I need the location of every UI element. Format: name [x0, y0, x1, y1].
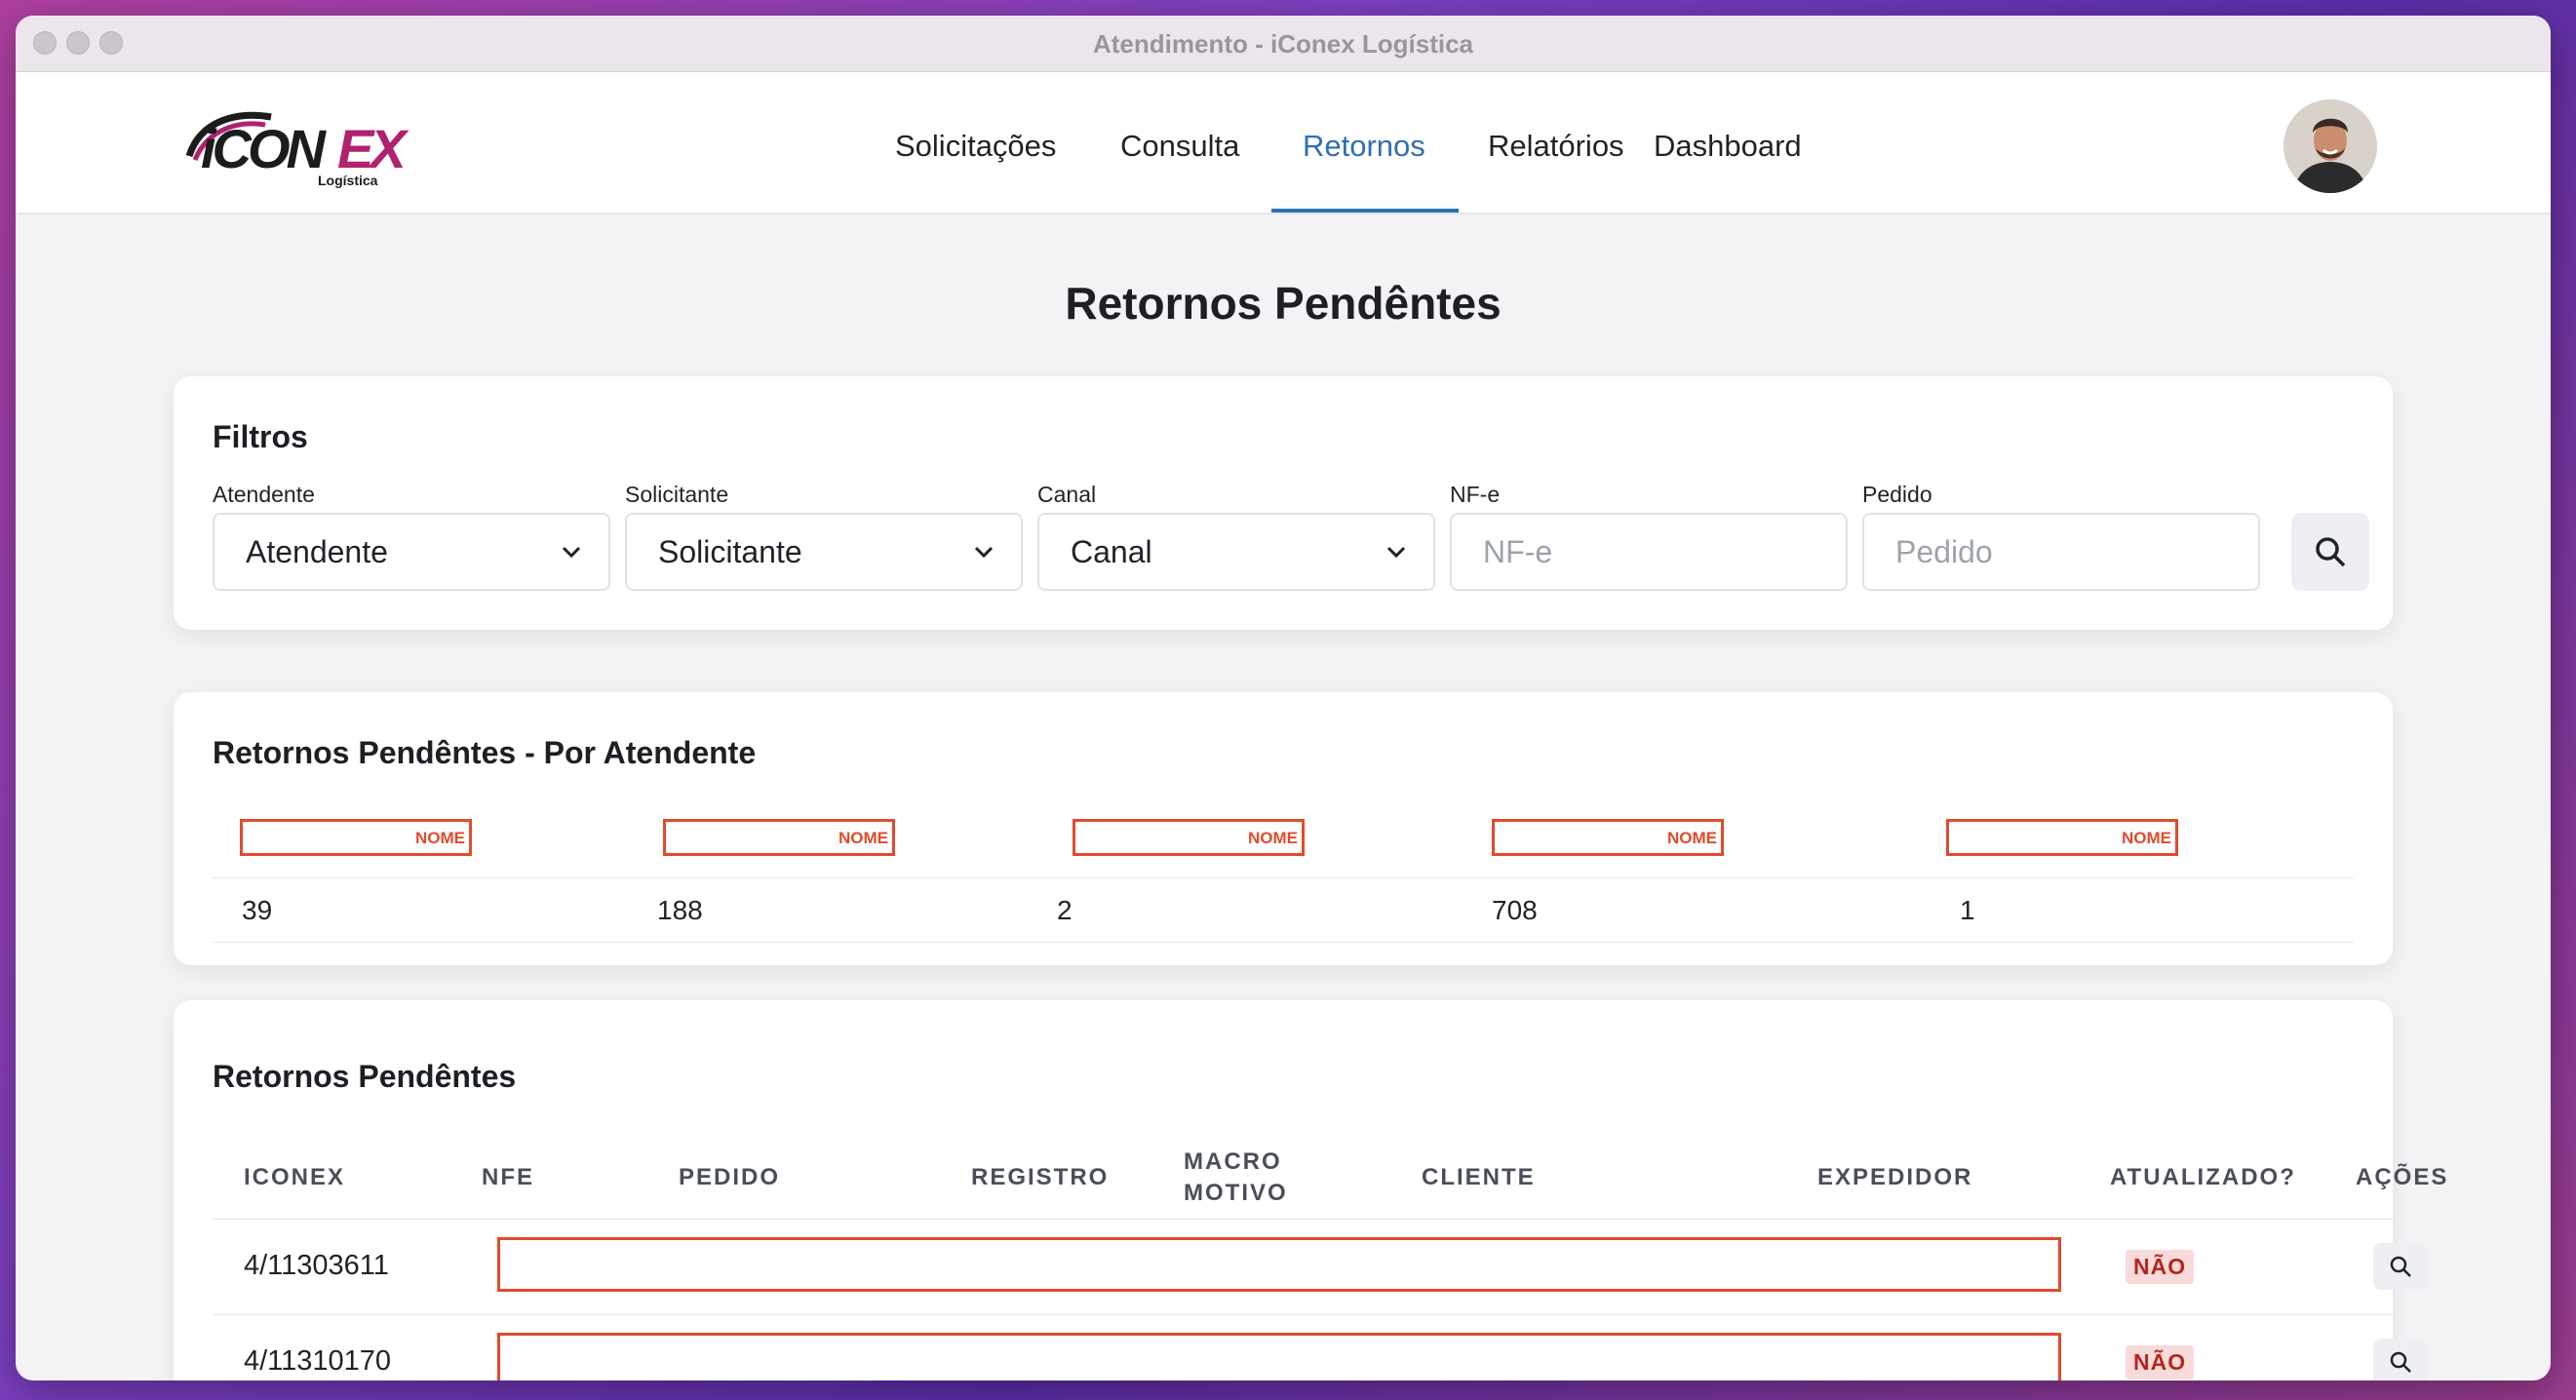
- window-titlebar: Atendimento - iConex Logística: [16, 16, 2551, 72]
- status-badge: NÃO: [2126, 1250, 2195, 1284]
- returns-table-card: Retornos Pendêntes ICONEX NFE PEDIDO REG…: [174, 1000, 2446, 1381]
- redacted-name: NOME: [663, 819, 895, 856]
- col-header-pedido[interactable]: PEDIDO: [679, 1162, 780, 1193]
- redacted-name: NOME: [1073, 819, 1305, 856]
- summary-count: 188: [657, 895, 703, 925]
- col-header-expedidor[interactable]: EXPEDIDOR: [1817, 1162, 1972, 1193]
- atendente-select[interactable]: Atendente: [213, 513, 610, 591]
- table-header-divider: [213, 1219, 2393, 1220]
- atendente-label: Atendente: [213, 482, 315, 507]
- nav-consulta[interactable]: Consulta: [1120, 129, 1239, 164]
- search-button[interactable]: [2291, 513, 2369, 591]
- summary-divider: [213, 942, 2354, 943]
- summary-card: Retornos Pendêntes - Por Atendente NOME …: [174, 692, 2393, 965]
- table-row-divider: [213, 1314, 2393, 1315]
- redacted-row-data: [497, 1333, 2061, 1381]
- col-header-motivo-line: MOTIVO: [1184, 1180, 1288, 1206]
- nav-relatorios[interactable]: Relatórios: [1488, 129, 1624, 164]
- redacted-name-label: NOME: [1248, 829, 1298, 847]
- search-icon: [2316, 537, 2346, 567]
- search-icon: [2390, 1256, 2411, 1277]
- col-header-macro-line: MACRO: [1184, 1148, 1282, 1175]
- canal-select[interactable]: Canal: [1037, 513, 1435, 591]
- summary-count: 39: [242, 895, 273, 925]
- user-avatar[interactable]: [2283, 99, 2377, 193]
- summary-divider: [213, 877, 2354, 878]
- view-details-button[interactable]: [2373, 1243, 2428, 1290]
- iconex-logo[interactable]: iCON EX Logística: [181, 101, 415, 189]
- summary-title: Retornos Pendêntes - Por Atendente: [213, 735, 757, 770]
- app-window: Atendimento - iConex Logística iCON EX L…: [16, 16, 2551, 1381]
- row-iconex-id: 4/11303611: [244, 1250, 389, 1281]
- redacted-name: NOME: [1492, 819, 1724, 856]
- view-details-button[interactable]: [2373, 1339, 2428, 1381]
- row-iconex-id: 4/11310170: [244, 1345, 392, 1377]
- redacted-name-label: NOME: [1667, 829, 1717, 847]
- redacted-name-label: NOME: [415, 829, 465, 847]
- solicitante-label: Solicitante: [625, 482, 729, 507]
- col-header-iconex[interactable]: ICONEX: [244, 1162, 345, 1193]
- chevron-down-icon: [974, 546, 994, 559]
- svg-text:iCON: iCON: [201, 118, 328, 179]
- solicitante-select-value: Solicitante: [658, 534, 802, 569]
- canal-select-value: Canal: [1071, 534, 1152, 569]
- redacted-name-label: NOME: [2122, 829, 2171, 847]
- pedido-label: Pedido: [1862, 482, 1932, 507]
- col-header-atualizado[interactable]: ATUALIZADO?: [2110, 1162, 2296, 1193]
- chevron-down-icon: [1386, 546, 1406, 559]
- solicitante-select[interactable]: Solicitante: [625, 513, 1023, 591]
- pedido-input[interactable]: Pedido: [1862, 513, 2260, 591]
- status-badge: NÃO: [2126, 1345, 2195, 1380]
- chevron-down-icon: [562, 546, 581, 559]
- redacted-name-label: NOME: [839, 829, 888, 847]
- col-header-macro-motivo[interactable]: MACRO MOTIVO: [1184, 1147, 1288, 1209]
- page-title: Retornos Pendêntes: [1065, 278, 1502, 329]
- svg-text:EX: EX: [337, 118, 410, 179]
- col-header-cliente[interactable]: CLIENTE: [1422, 1162, 1536, 1193]
- window-title: Atendimento - iConex Logística: [1092, 29, 1474, 58]
- nav-active-indicator: [1271, 209, 1459, 213]
- redacted-row-data: [497, 1237, 2061, 1292]
- redacted-name: NOME: [1946, 819, 2178, 856]
- col-header-acoes: AÇÕES: [2356, 1164, 2449, 1190]
- atendente-select-value: Atendente: [246, 534, 388, 569]
- filters-title: Filtros: [213, 419, 308, 454]
- nav-dashboard[interactable]: Dashboard: [1654, 129, 1802, 164]
- summary-count: 1: [1960, 895, 1975, 925]
- nfe-input[interactable]: NF-e: [1450, 513, 1848, 591]
- nav-retornos[interactable]: Retornos: [1303, 129, 1425, 164]
- summary-count: 2: [1057, 895, 1073, 925]
- redacted-name: NOME: [240, 819, 472, 856]
- returns-table-title: Retornos Pendêntes: [213, 1059, 517, 1094]
- summary-count: 708: [1492, 895, 1538, 925]
- nfe-label: NF-e: [1450, 482, 1501, 507]
- nav-solicitacoes[interactable]: Solicitações: [895, 129, 1056, 164]
- canal-label: Canal: [1037, 482, 1097, 507]
- col-header-registro[interactable]: REGISTRO: [971, 1162, 1109, 1193]
- col-header-nfe[interactable]: NFE: [482, 1162, 534, 1193]
- svg-text:Logística: Logística: [318, 173, 378, 188]
- top-navbar: iCON EX Logística Solicitações Consulta …: [16, 72, 2551, 214]
- filters-card: Filtros Atendente Atendente Solicitante …: [174, 376, 2393, 630]
- search-icon: [2390, 1351, 2411, 1373]
